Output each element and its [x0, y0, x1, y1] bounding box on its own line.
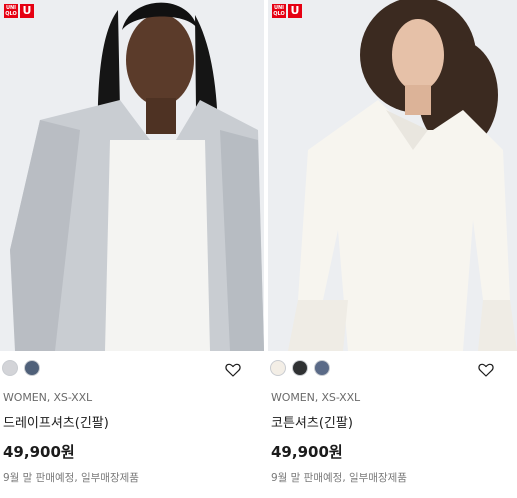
product-info: WOMEN, XS-XXL 드레이프셔츠(긴팔) 49,900원 9월 말 판매…	[0, 351, 264, 485]
product-info: WOMEN, XS-XXL 코튼셔츠(긴팔) 49,900원 9월 말 판매예정…	[268, 351, 517, 485]
color-swatch-blue[interactable]	[315, 361, 329, 375]
product-price: 49,900원	[3, 443, 75, 461]
color-swatch-light-gray[interactable]	[3, 361, 17, 375]
uniqlo-logo: UNI QLO U	[4, 4, 34, 18]
product-category: WOMEN, XS-XXL	[3, 391, 93, 404]
product-name[interactable]: 코튼셔츠(긴팔)	[271, 412, 514, 431]
product-image[interactable]: UNI QLO U	[0, 0, 264, 351]
heart-icon[interactable]	[224, 361, 242, 379]
product-card[interactable]: UNI QLO U WOMEN, XS-XXL 코튼셔츠(긴팔) 49,900원…	[268, 0, 517, 485]
color-swatch-black[interactable]	[293, 361, 307, 375]
product-note: 9월 말 판매예정, 일부매장제품	[271, 472, 407, 484]
product-price: 49,900원	[271, 443, 343, 461]
model-photo-drape-shirt	[0, 0, 264, 351]
product-card[interactable]: UNI QLO U WOMEN, XS-XXL 드레이프셔츠(긴팔) 49,90…	[0, 0, 264, 485]
heart-icon[interactable]	[477, 361, 495, 379]
uniqlo-logo: UNI QLO U	[272, 4, 302, 18]
product-name[interactable]: 드레이프셔츠(긴팔)	[3, 412, 261, 431]
color-swatches	[3, 359, 261, 377]
product-category: WOMEN, XS-XXL	[271, 391, 361, 404]
color-swatch-blue[interactable]	[25, 361, 39, 375]
product-image[interactable]: UNI QLO U	[268, 0, 517, 351]
model-photo-cotton-shirt	[268, 0, 517, 351]
product-note: 9월 말 판매예정, 일부매장제품	[3, 472, 139, 484]
product-grid: UNI QLO U WOMEN, XS-XXL 드레이프셔츠(긴팔) 49,90…	[0, 0, 517, 485]
color-swatch-off-white[interactable]	[271, 361, 285, 375]
